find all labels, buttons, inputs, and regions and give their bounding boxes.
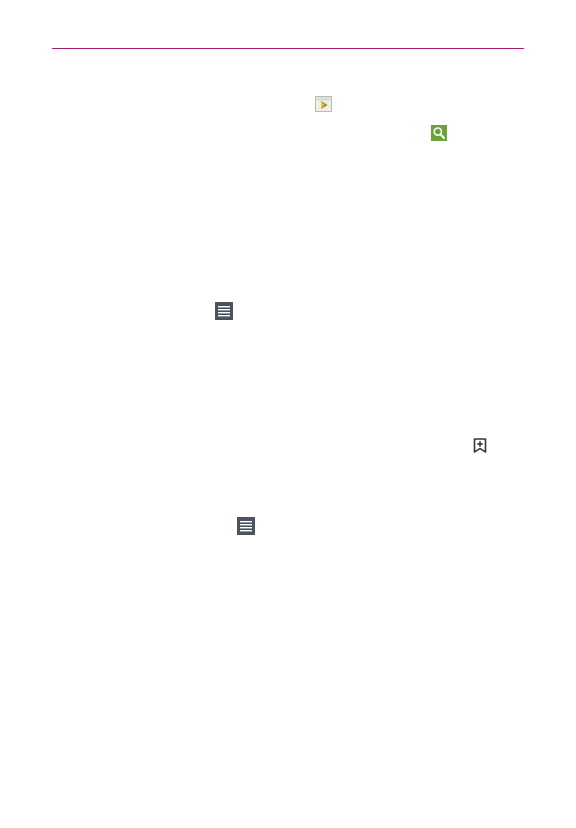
menu-icon	[215, 302, 233, 320]
bookmark-add-icon	[473, 438, 487, 453]
search-icon	[431, 125, 447, 141]
play-store-icon	[315, 96, 332, 112]
header-rule	[52, 48, 524, 49]
menu-icon	[237, 517, 255, 535]
